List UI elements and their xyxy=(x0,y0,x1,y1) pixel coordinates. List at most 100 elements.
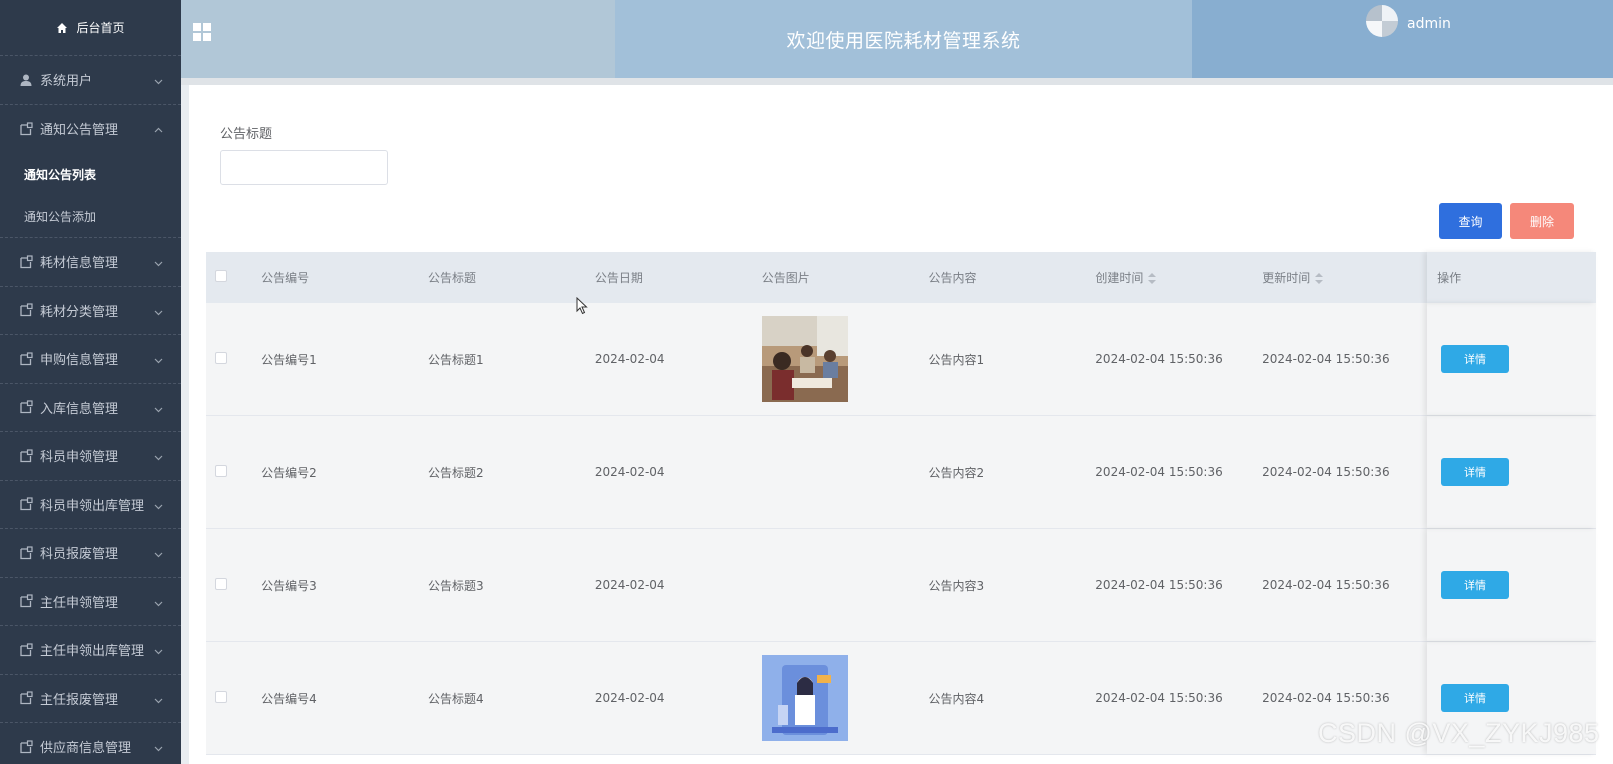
sidebar-item-label: 主任申领管理 xyxy=(40,595,119,611)
sidebar-item-label: 科员申领出库管理 xyxy=(40,498,145,514)
select-all-checkbox[interactable] xyxy=(215,270,227,282)
classroom-photo-image xyxy=(761,316,927,402)
chevron-down-icon xyxy=(154,403,163,413)
sidebar-subitem-0[interactable]: 通知公告列表 xyxy=(0,153,181,195)
sidebar-item-label: 系统用户 xyxy=(40,74,93,90)
apps-grid-icon[interactable] xyxy=(193,23,211,41)
sidebar-home-link[interactable]: 后台首页 xyxy=(0,0,181,56)
cell-title: 公告标题2 xyxy=(427,465,484,480)
note-icon xyxy=(19,400,33,414)
column-header-image: 公告图片 xyxy=(761,271,810,285)
cell-content: 公告内容3 xyxy=(928,578,985,593)
sidebar-item-label: 耗材信息管理 xyxy=(40,256,119,272)
sidebar-item-label: 申购信息管理 xyxy=(40,353,119,369)
sidebar-item-4[interactable]: 申购信息管理 xyxy=(0,335,181,384)
cell-created: 2024-02-04 15:50:36 xyxy=(1095,578,1223,592)
sort-icon[interactable] xyxy=(1148,272,1157,285)
header-divider xyxy=(181,78,1613,85)
table-row: 公告编号3 公告标题3 2024-02-04 公告内容3 2024-02-04 15:5… xyxy=(206,529,1596,642)
row-checkbox[interactable] xyxy=(215,464,227,477)
sidebar-item-6[interactable]: 科员申领管理 xyxy=(0,432,181,481)
cell-content: 公告内容1 xyxy=(928,352,985,367)
cell-created: 2024-02-04 15:50:36 xyxy=(1095,465,1223,479)
chevron-down-icon xyxy=(154,306,163,316)
row-checkbox[interactable] xyxy=(215,351,227,364)
chevron-down-icon xyxy=(154,451,163,461)
column-header-created[interactable]: 创建时间 xyxy=(1093,269,1260,286)
sidebar-item-9[interactable]: 主任申领管理 xyxy=(0,578,181,626)
chevron-down-icon xyxy=(154,75,163,85)
table-row: 公告编号2 公告标题2 2024-02-04 公告内容2 2024-02-04 15:5… xyxy=(206,416,1596,529)
cell-created: 2024-02-04 15:50:36 xyxy=(1095,691,1223,705)
column-header-updated[interactable]: 更新时间 xyxy=(1260,269,1427,286)
chevron-down-icon xyxy=(154,500,163,510)
note-icon xyxy=(19,691,33,705)
delete-button[interactable]: 删除 xyxy=(1510,203,1574,239)
detail-button[interactable]: 详情 xyxy=(1440,684,1509,712)
cell-no: 公告编号4 xyxy=(261,691,317,706)
sidebar-item-label: 科员申领管理 xyxy=(40,450,119,466)
sidebar-item-5[interactable]: 入库信息管理 xyxy=(0,384,181,432)
column-header-created-label: 创建时间 xyxy=(1095,271,1144,285)
sidebar-item-label: 科员报废管理 xyxy=(40,547,119,563)
cell-updated: 2024-02-04 15:50:36 xyxy=(1262,691,1390,705)
sidebar-submenu: 通知公告列表 通知公告添加 xyxy=(0,153,181,238)
search-title-input[interactable] xyxy=(220,150,388,185)
main-content: 公告标题 查询 删除 公告编号 公告标题 公告日期 公告图片 公告内容 创建时间… xyxy=(189,85,1613,764)
note-icon xyxy=(19,643,33,657)
note-icon xyxy=(19,352,33,366)
sidebar-item-3[interactable]: 耗材分类管理 xyxy=(0,287,181,335)
note-icon xyxy=(19,255,33,269)
cell-title: 公告标题1 xyxy=(427,352,484,367)
sidebar-item-11[interactable]: 主任报废管理 xyxy=(0,675,181,723)
sidebar-item-0[interactable]: 系统用户 xyxy=(0,56,181,105)
sidebar-item-label: 通知公告管理 xyxy=(40,123,119,139)
sidebar-item-2[interactable]: 耗材信息管理 xyxy=(0,238,181,287)
sidebar-item-label: 耗材分类管理 xyxy=(40,304,119,320)
sidebar-item-label: 入库信息管理 xyxy=(40,401,119,417)
detail-button[interactable]: 详情 xyxy=(1440,571,1509,599)
cell-updated: 2024-02-04 15:50:36 xyxy=(1262,578,1390,592)
note-icon xyxy=(19,546,33,560)
chevron-down-icon xyxy=(154,597,163,607)
column-header-no: 公告编号 xyxy=(261,271,310,285)
sidebar-item-1[interactable]: 通知公告管理 xyxy=(0,105,181,154)
note-icon xyxy=(19,740,33,754)
column-header-content: 公告内容 xyxy=(928,271,977,285)
table-row: 公告编号4 公告标题4 2024-02-04 公告内容4 2024-02-04 15:5… xyxy=(206,642,1596,755)
chevron-down-icon xyxy=(154,645,163,655)
chevron-down-icon xyxy=(154,694,163,704)
header-center: 欢迎使用医院耗材管理系统 xyxy=(615,0,1192,78)
column-header-updated-label: 更新时间 xyxy=(1262,271,1311,285)
username-label[interactable]: admin xyxy=(1407,16,1451,32)
sidebar-subitem-1[interactable]: 通知公告添加 xyxy=(0,195,181,237)
header-user-area: admin xyxy=(1192,0,1613,78)
cell-content: 公告内容4 xyxy=(928,691,985,706)
table-row: 公告编号1 公告标题1 2024-02-04 公告内容1 2024-02-04 15:5… xyxy=(206,303,1596,416)
cell-updated: 2024-02-04 15:50:36 xyxy=(1262,352,1390,366)
note-icon xyxy=(19,303,33,317)
query-button[interactable]: 查询 xyxy=(1439,203,1502,239)
cell-date: 2024-02-04 xyxy=(594,352,665,366)
row-checkbox[interactable] xyxy=(215,577,227,590)
cell-actions: 详情 xyxy=(1427,303,1596,415)
sidebar-item-7[interactable]: 科员申领出库管理 xyxy=(0,481,181,529)
column-header-actions: 操作 xyxy=(1427,252,1596,303)
sort-icon[interactable] xyxy=(1315,272,1324,285)
page-title: 欢迎使用医院耗材管理系统 xyxy=(786,29,1021,52)
avatar[interactable] xyxy=(1366,5,1398,37)
home-icon xyxy=(56,22,68,34)
column-header-date: 公告日期 xyxy=(594,271,643,285)
sidebar-menu: 系统用户通知公告管理通知公告列表 通知公告添加耗材信息管理 耗材分类管理 申购信息管理… xyxy=(0,56,181,764)
table-header: 公告编号 公告标题 公告日期 公告图片 公告内容 创建时间 更新时间 操作 xyxy=(206,252,1596,303)
detail-button[interactable]: 详情 xyxy=(1440,458,1509,486)
chevron-down-icon xyxy=(154,742,163,752)
sidebar-item-10[interactable]: 主任申领出库管理 xyxy=(0,626,181,675)
detail-button[interactable]: 详情 xyxy=(1440,345,1509,373)
sidebar-item-8[interactable]: 科员报废管理 xyxy=(0,529,181,578)
note-icon xyxy=(19,449,33,463)
row-checkbox[interactable] xyxy=(215,690,227,703)
note-icon xyxy=(19,497,33,511)
chevron-down-icon xyxy=(154,548,163,558)
sidebar-item-12[interactable]: 供应商信息管理 xyxy=(0,723,181,764)
